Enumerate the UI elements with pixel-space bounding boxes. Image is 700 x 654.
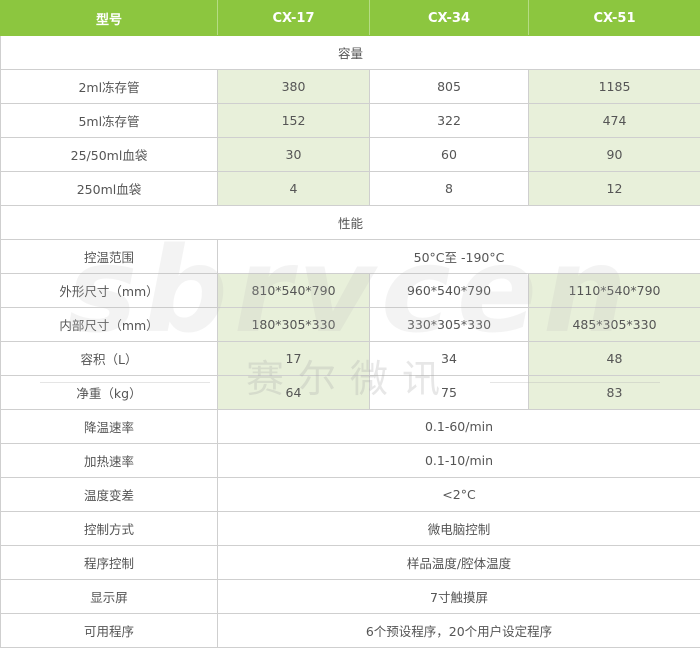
table-row: 可用程序 6个预设程序，20个用户设定程序: [0, 613, 700, 648]
cell-value: 1185: [528, 69, 700, 104]
table-row: 内部尺寸（mm） 180*305*330 330*305*330 485*305…: [0, 307, 700, 342]
cell-value: 474: [528, 103, 700, 138]
cell-value: 30: [217, 137, 370, 172]
table-row: 5ml冻存管 152 322 474: [0, 103, 700, 138]
cell-value: 152: [217, 103, 370, 138]
row-label: 程序控制: [0, 545, 218, 580]
cell-value: 810*540*790: [217, 273, 370, 308]
table-row: 程序控制 样品温度/腔体温度: [0, 545, 700, 580]
row-label: 降温速率: [0, 409, 218, 444]
cell-value: 75: [369, 375, 529, 410]
table-row: 净重（kg） 64 75 83: [0, 375, 700, 410]
cell-value: 60: [369, 137, 529, 172]
row-label: 外形尺寸（mm）: [0, 273, 218, 308]
spec-sheet: 型号 CX-17 CX-34 CX-51 容量 2ml冻存管 380 805 1…: [0, 0, 700, 654]
row-label: 2ml冻存管: [0, 69, 218, 104]
row-label: 温度变差: [0, 477, 218, 512]
cell-value: 17: [217, 341, 370, 376]
cell-value: 34: [369, 341, 529, 376]
table-row: 加热速率 0.1-10/min: [0, 443, 700, 478]
cell-value: 380: [217, 69, 370, 104]
table-row: 温度变差 <2°C: [0, 477, 700, 512]
table-row: 25/50ml血袋 30 60 90: [0, 137, 700, 172]
cell-value-shared: 6个预设程序，20个用户设定程序: [217, 613, 700, 648]
header-model-label: 型号: [0, 0, 218, 36]
cell-value: 4: [217, 171, 370, 206]
header-model-cx34: CX-34: [369, 0, 529, 36]
cell-value: 12: [528, 171, 700, 206]
table-row: 控温范围 50°C至 -190°C: [0, 239, 700, 274]
spec-table: 型号 CX-17 CX-34 CX-51 容量 2ml冻存管 380 805 1…: [0, 0, 700, 648]
table-row: 容积（L） 17 34 48: [0, 341, 700, 376]
row-label: 可用程序: [0, 613, 218, 648]
cell-value: 64: [217, 375, 370, 410]
table-row: 外形尺寸（mm） 810*540*790 960*540*790 1110*54…: [0, 273, 700, 308]
cell-value: 83: [528, 375, 700, 410]
table-row: 250ml血袋 4 8 12: [0, 171, 700, 206]
section-title-capacity: 容量: [0, 35, 700, 70]
cell-value-shared: 样品温度/腔体温度: [217, 545, 700, 580]
section-title-performance: 性能: [0, 205, 700, 240]
cell-value-shared: 7寸触摸屏: [217, 579, 700, 614]
cell-value: 8: [369, 171, 529, 206]
row-label: 容积（L）: [0, 341, 218, 376]
row-label: 控制方式: [0, 511, 218, 546]
cell-value-shared: <2°C: [217, 477, 700, 512]
row-label: 显示屏: [0, 579, 218, 614]
row-label: 控温范围: [0, 239, 218, 274]
cell-value: 485*305*330: [528, 307, 700, 342]
table-row: 降温速率 0.1-60/min: [0, 409, 700, 444]
cell-value: 960*540*790: [369, 273, 529, 308]
row-label: 净重（kg）: [0, 375, 218, 410]
row-label: 加热速率: [0, 443, 218, 478]
cell-value: 1110*540*790: [528, 273, 700, 308]
cell-value: 805: [369, 69, 529, 104]
header-row: 型号 CX-17 CX-34 CX-51: [0, 0, 700, 36]
cell-value-shared: 50°C至 -190°C: [217, 239, 700, 274]
cell-value-shared: 微电脑控制: [217, 511, 700, 546]
section-row-performance: 性能: [0, 205, 700, 240]
table-row: 控制方式 微电脑控制: [0, 511, 700, 546]
row-label: 内部尺寸（mm）: [0, 307, 218, 342]
cell-value-shared: 0.1-10/min: [217, 443, 700, 478]
cell-value-shared: 0.1-60/min: [217, 409, 700, 444]
row-label: 250ml血袋: [0, 171, 218, 206]
cell-value: 48: [528, 341, 700, 376]
table-row: 2ml冻存管 380 805 1185: [0, 69, 700, 104]
row-label: 5ml冻存管: [0, 103, 218, 138]
row-label: 25/50ml血袋: [0, 137, 218, 172]
cell-value: 322: [369, 103, 529, 138]
header-model-cx17: CX-17: [217, 0, 370, 36]
table-row: 显示屏 7寸触摸屏: [0, 579, 700, 614]
section-row-capacity: 容量: [0, 35, 700, 70]
cell-value: 330*305*330: [369, 307, 529, 342]
header-model-cx51: CX-51: [528, 0, 700, 36]
cell-value: 180*305*330: [217, 307, 370, 342]
cell-value: 90: [528, 137, 700, 172]
